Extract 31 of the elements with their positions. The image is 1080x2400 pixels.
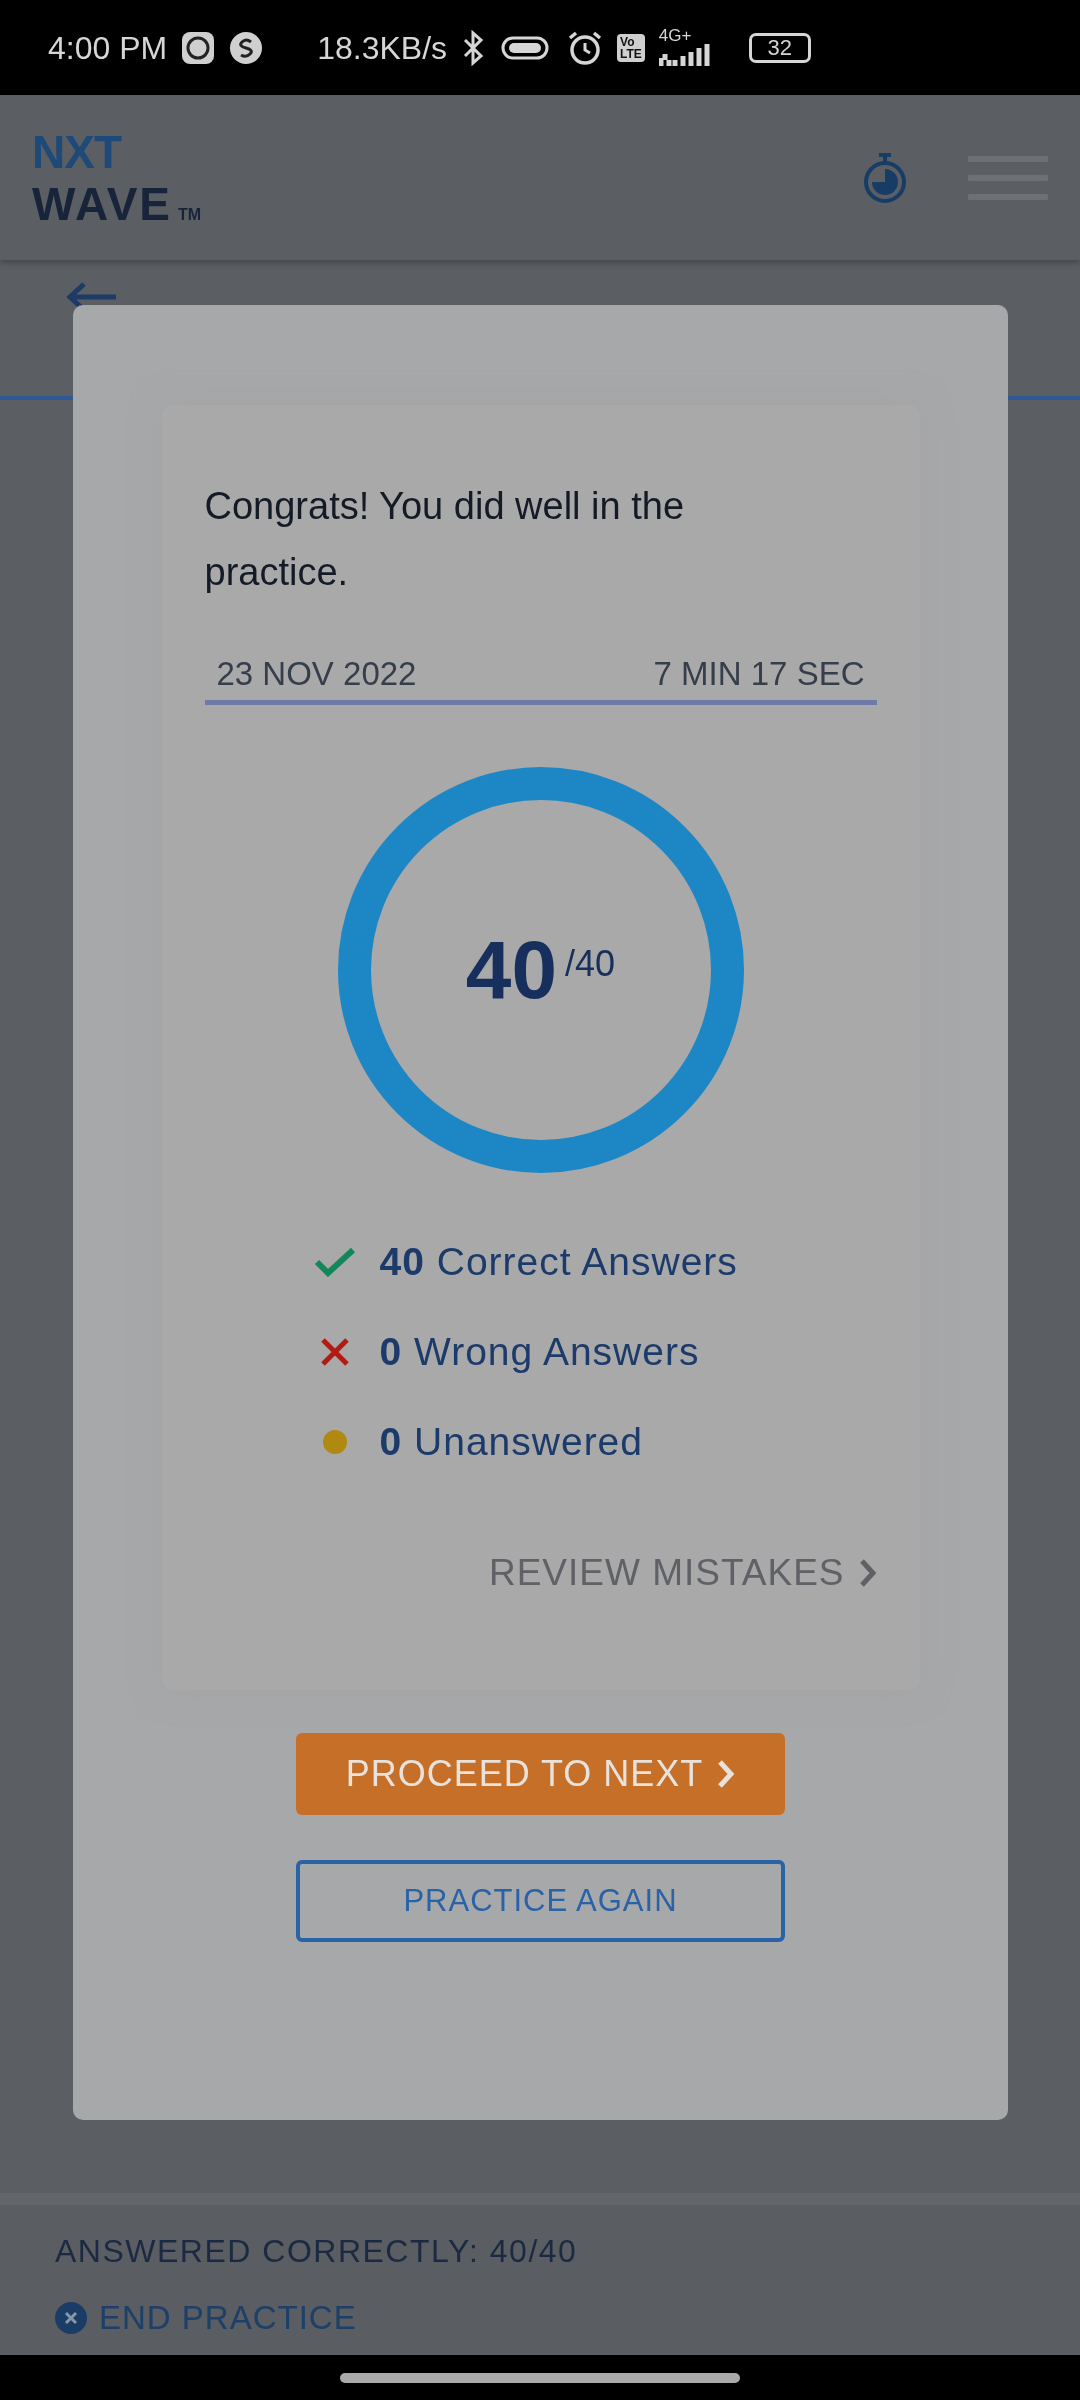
stat-text: 0 Unanswered: [379, 1419, 643, 1465]
cross-icon: [319, 1337, 350, 1367]
dot-icon: [322, 1430, 347, 1454]
answered-summary: ANSWERED CORRECTLY: 40/40: [55, 2232, 579, 2271]
review-mistakes-link[interactable]: REVIEW MISTAKES: [488, 1545, 877, 1601]
network-speed: 18.3KB/s: [317, 28, 448, 68]
check-icon: [313, 1247, 356, 1277]
network-type: 4G+: [658, 27, 692, 44]
logo-text: WAVE: [32, 180, 173, 227]
app-notification-icon: [229, 30, 264, 65]
trademark-text: TM: [178, 204, 202, 225]
duration-text: 7 MIN 17 SEC: [653, 654, 865, 694]
volte-indicator: Vo LTE: [617, 33, 645, 62]
chevron-icon: [717, 1759, 736, 1789]
stat-text: 40 Correct Answers: [379, 1239, 738, 1285]
app-notification-icon: [181, 30, 216, 65]
battery-indicator: 32: [748, 32, 811, 63]
logo-text: NXT: [32, 128, 123, 175]
home-indicator[interactable]: [340, 2372, 740, 2383]
alarm-icon: [567, 29, 604, 66]
close-icon: [55, 2301, 87, 2334]
date-text: 23 NOV 2022: [216, 654, 417, 694]
end-practice-button[interactable]: END PRACTICE: [55, 2293, 1025, 2343]
score-value: 40: [465, 929, 558, 1011]
proceed-button[interactable]: PROCEED TO NEXT: [296, 1733, 785, 1815]
congrats-message: Congrats! You did well in the practice.: [204, 484, 686, 595]
clock-time: 4:00 PM: [48, 28, 168, 68]
practice-again-button[interactable]: PRACTICE AGAIN: [296, 1860, 785, 1942]
chevron-icon: [858, 1557, 877, 1588]
stat-text: 0 Wrong Answers: [379, 1329, 700, 1375]
score-total: /40: [565, 942, 616, 986]
